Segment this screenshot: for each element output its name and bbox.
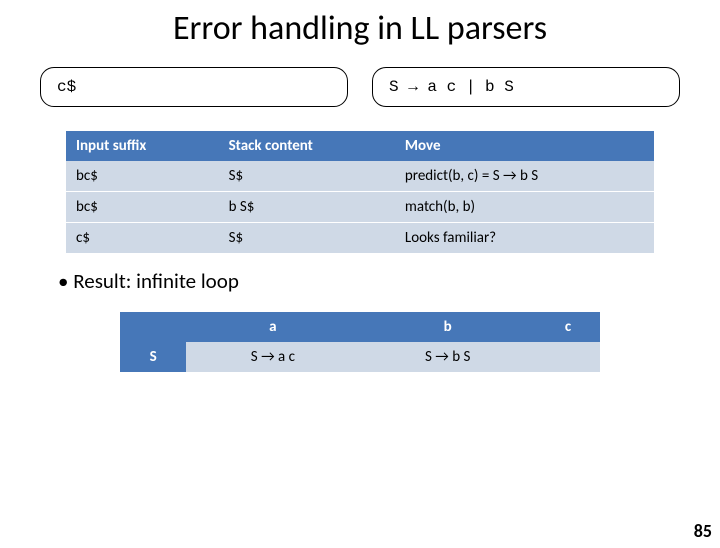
page-title: Error handling in LL parsers xyxy=(0,8,720,49)
cell: b S$ xyxy=(219,192,395,223)
table-row: S S → a c S → b S xyxy=(120,342,600,372)
corner-cell xyxy=(120,312,186,342)
col-a: a xyxy=(186,312,359,342)
cell: Looks familiar? xyxy=(395,223,654,254)
cell: S → a c xyxy=(186,342,359,372)
cell: match(b, b) xyxy=(395,192,654,223)
cell: S → b S xyxy=(359,342,536,372)
cell: S$ xyxy=(219,161,395,192)
col-move: Move xyxy=(395,131,654,161)
cell: c$ xyxy=(66,223,219,254)
predict-table: a b c S S → a c S → b S xyxy=(120,312,600,372)
col-stack-content: Stack content xyxy=(219,131,395,161)
cell: S$ xyxy=(219,223,395,254)
cell: bc$ xyxy=(66,192,219,223)
input-pill: c$ xyxy=(40,67,348,107)
col-b: b xyxy=(359,312,536,342)
table-header-row: Input suffix Stack content Move xyxy=(66,131,654,161)
cell xyxy=(536,342,600,372)
col-input-suffix: Input suffix xyxy=(66,131,219,161)
trace-table: Input suffix Stack content Move bc$ S$ p… xyxy=(66,131,654,254)
grammar-pill: S → a c | b S xyxy=(372,67,680,107)
cell: predict(b, c) = S → b S xyxy=(395,161,654,192)
table-header-row: a b c xyxy=(120,312,600,342)
top-pill-row: c$ S → a c | b S xyxy=(0,67,720,107)
table-row: bc$ b S$ match(b, b) xyxy=(66,192,654,223)
page-number: 85 xyxy=(694,520,712,542)
cell: bc$ xyxy=(66,161,219,192)
col-c: c xyxy=(536,312,600,342)
table-row: bc$ S$ predict(b, c) = S → b S xyxy=(66,161,654,192)
table-row: c$ S$ Looks familiar? xyxy=(66,223,654,254)
result-bullet: • Result: infinite loop xyxy=(58,268,662,294)
row-head-S: S xyxy=(120,342,186,372)
